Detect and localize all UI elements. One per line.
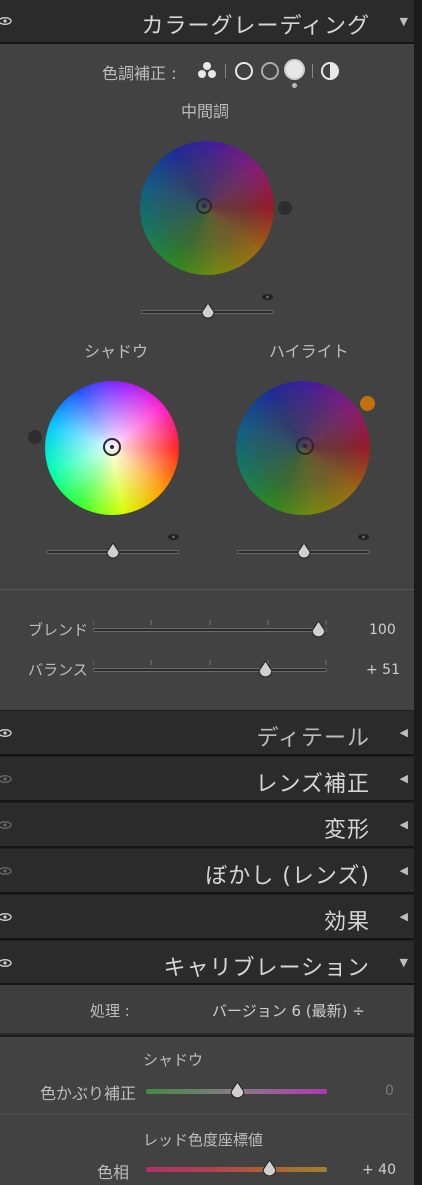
process-select[interactable]: バージョン 6 (最新) ÷: [212, 1000, 365, 1021]
midtones-center-handle[interactable]: [196, 198, 212, 214]
section-title: キャリブレーション: [163, 956, 370, 981]
chevron-left-icon[interactable]: ◀: [400, 818, 408, 831]
detail-header[interactable]: ディテール ◀: [0, 711, 414, 756]
separator: [0, 589, 414, 590]
scrollbar[interactable]: [414, 0, 422, 1185]
eye-icon[interactable]: [0, 17, 12, 25]
chevron-left-icon[interactable]: ◀: [400, 726, 408, 739]
divider: [312, 64, 313, 78]
blend-value[interactable]: 100: [369, 622, 396, 638]
color-grading-panel: 色調補正 : 中間調 シャドウ ハイライト ブレンド 100 バランス + 51: [0, 44, 414, 710]
chevron-left-icon[interactable]: ◀: [400, 910, 408, 923]
lens-corrections-header[interactable]: レンズ補正 ◀: [0, 757, 414, 802]
chevron-down-icon[interactable]: ▼: [400, 956, 408, 969]
color-grading-header[interactable]: カラーグレーディング ▼: [0, 0, 414, 44]
eye-icon[interactable]: [0, 775, 12, 783]
lens-blur-header[interactable]: ぼかし (レンズ) ◀: [0, 849, 414, 894]
tint-label: 色かぶり補正: [40, 1084, 137, 1103]
eye-icon[interactable]: [0, 821, 12, 829]
shadows-center-handle[interactable]: [103, 438, 121, 456]
section-title: レンズ補正: [255, 772, 370, 797]
global-mode-icon[interactable]: [321, 62, 339, 80]
chevron-left-icon[interactable]: ◀: [400, 772, 408, 785]
section-title: カラーグレーディング: [141, 14, 370, 39]
section-title: 変形: [323, 818, 370, 843]
eye-icon[interactable]: [0, 729, 12, 737]
shadows-mode-icon[interactable]: [235, 62, 253, 80]
slider-ticks: [93, 620, 327, 625]
transform-header[interactable]: 変形 ◀: [0, 803, 414, 848]
midtones-saturation-dot[interactable]: [278, 201, 292, 215]
slider-thumb[interactable]: [201, 303, 215, 320]
eye-icon[interactable]: [261, 293, 274, 301]
effects-header[interactable]: 効果 ◀: [0, 895, 414, 940]
eye-icon[interactable]: [357, 533, 370, 541]
eye-icon[interactable]: [167, 533, 180, 541]
divider: [225, 64, 226, 78]
slider-thumb[interactable]: [311, 621, 326, 639]
balance-slider[interactable]: [93, 668, 327, 672]
section-title: ディテール: [256, 726, 370, 751]
section-title: 効果: [323, 910, 370, 935]
highlights-mode-icon[interactable]: [286, 61, 303, 78]
shadows-saturation-dot[interactable]: [28, 430, 42, 444]
highlights-center-handle[interactable]: [296, 437, 314, 455]
balance-value[interactable]: + 51: [366, 662, 400, 678]
eye-icon[interactable]: [0, 959, 12, 967]
slider-thumb[interactable]: [106, 543, 120, 560]
balance-label: バランス: [28, 661, 88, 679]
section-title: ぼかし (レンズ): [205, 864, 370, 889]
tint-value[interactable]: 0: [385, 1083, 394, 1099]
shadows-label: シャドウ: [84, 342, 149, 361]
hue-slider[interactable]: [146, 1167, 327, 1172]
separator: [0, 1114, 414, 1115]
chevron-down-icon[interactable]: ▼: [400, 15, 408, 28]
slider-thumb[interactable]: [297, 543, 311, 560]
slider-ticks: [93, 660, 327, 665]
calibration-panel: シャドウ 色かぶり補正 0 レッド色度座標値 色相 + 40: [0, 1037, 414, 1185]
three-way-icon[interactable]: [197, 61, 217, 79]
blend-label: ブレンド: [28, 621, 89, 639]
shadows-section-label: シャドウ: [143, 1051, 204, 1069]
eye-icon[interactable]: [0, 913, 12, 921]
calibration-header[interactable]: キャリブレーション ▼: [0, 941, 414, 985]
hue-label: 色相: [97, 1163, 130, 1182]
chevron-left-icon[interactable]: ◀: [400, 864, 408, 877]
adjust-label: 色調補正 :: [102, 64, 177, 83]
midtones-label: 中間調: [181, 102, 230, 121]
calibration-process-row: 処理 : バージョン 6 (最新) ÷: [0, 985, 414, 1035]
process-label: 処理 :: [90, 1002, 130, 1020]
eye-icon[interactable]: [0, 867, 12, 875]
red-primary-label: レッド色度座標値: [143, 1131, 264, 1149]
slider-thumb[interactable]: [230, 1082, 245, 1100]
blend-slider[interactable]: [93, 628, 327, 632]
slider-thumb[interactable]: [262, 1160, 277, 1178]
slider-thumb[interactable]: [258, 661, 273, 679]
hue-value[interactable]: + 40: [362, 1162, 396, 1178]
midtones-mode-icon[interactable]: [261, 62, 279, 80]
highlights-saturation-dot[interactable]: [360, 396, 375, 411]
selected-indicator: [292, 83, 297, 88]
highlights-label: ハイライト: [269, 342, 349, 361]
